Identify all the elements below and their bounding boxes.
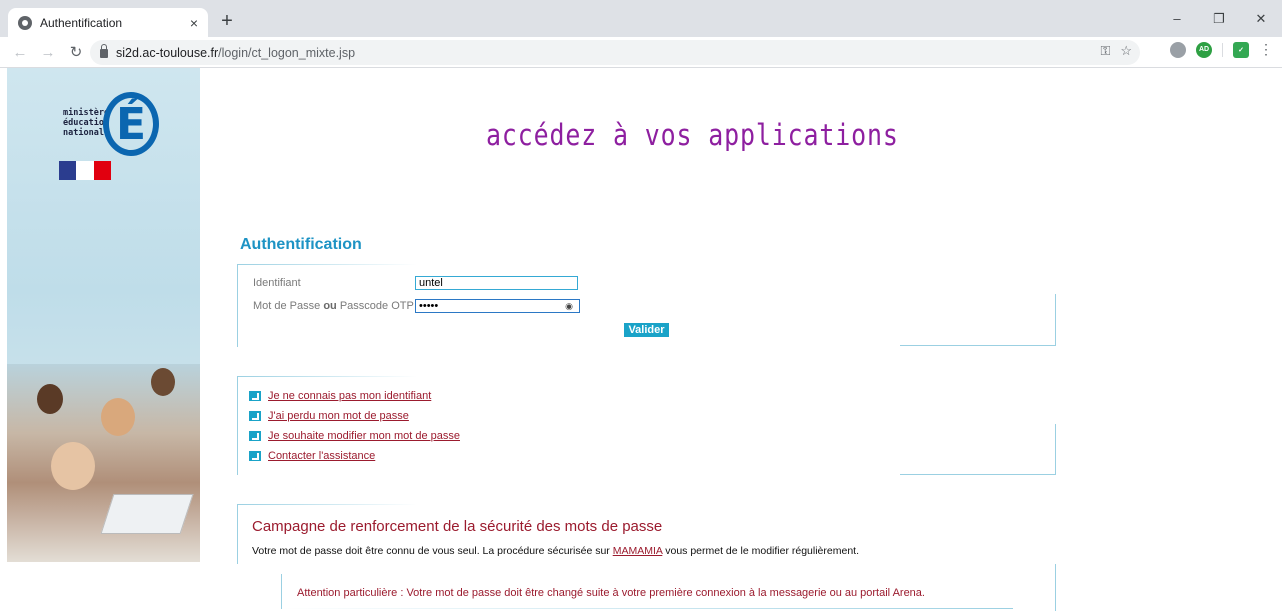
section-title: Authentification: [240, 236, 362, 253]
key-icon[interactable]: ⚿: [1100, 43, 1110, 59]
login-panel: [237, 264, 238, 347]
minimize-button[interactable]: –: [1156, 0, 1198, 37]
identifier-input[interactable]: untel: [415, 276, 578, 290]
arrow-icon: [249, 391, 261, 401]
browser-tab[interactable]: Authentification ×: [8, 8, 208, 37]
sidebar-banner: ministère éducation nationale É: [7, 68, 200, 562]
restore-button[interactable]: ❐: [1198, 0, 1240, 37]
address-bar[interactable]: si2d.ac-toulouse.fr/login/ct_logon_mixte…: [90, 40, 1140, 65]
page-headline: accédez à vos applications: [486, 118, 899, 152]
link-change-password[interactable]: Je souhaite modifier mon mot de passe: [249, 430, 460, 442]
forward-arrow-icon[interactable]: →: [34, 38, 62, 66]
campaign-panel: [237, 504, 238, 564]
url-path: /login/ct_logon_mixte.jsp: [218, 45, 356, 60]
divider: [1222, 42, 1223, 57]
notice-text: Attention particulière : Votre mot de pa…: [297, 587, 925, 599]
campaign-title: Campagne de renforcement de la sécurité …: [252, 518, 663, 535]
tab-title: Authentification: [40, 15, 123, 30]
back-arrow-icon[interactable]: ←: [6, 38, 34, 66]
republique-flag-logo: [59, 161, 111, 180]
lock-icon[interactable]: [100, 44, 108, 58]
url-host: si2d.ac-toulouse.fr: [116, 45, 219, 60]
menu-dots-icon[interactable]: ⋮: [1259, 41, 1273, 58]
submit-button[interactable]: Valider: [624, 323, 669, 337]
browser-tabstrip: Authentification × + – ❐ ✕: [0, 0, 1282, 37]
ministry-logo-e: É: [103, 92, 159, 156]
star-icon[interactable]: ☆: [1120, 43, 1132, 59]
link-forgot-identifier[interactable]: Je ne connais pas mon identifiant: [249, 390, 431, 402]
reload-icon[interactable]: ↻: [62, 38, 90, 66]
arrow-icon: [249, 411, 261, 421]
campaign-text: Votre mot de passe doit être connu de vo…: [252, 545, 859, 557]
eye-icon[interactable]: ◉: [565, 300, 573, 312]
close-window-button[interactable]: ✕: [1240, 0, 1282, 37]
page-content: ministère éducation nationale É accédez …: [0, 68, 1282, 611]
close-tab-icon[interactable]: ×: [190, 15, 198, 31]
mamamia-link[interactable]: MAMAMIA: [613, 545, 663, 557]
students-photo: [7, 364, 200, 562]
password-input[interactable]: ••••• ◉: [415, 299, 580, 313]
globe-icon: [18, 15, 32, 30]
arrow-icon: [249, 451, 261, 461]
identifier-label: Identifiant: [253, 277, 301, 289]
extension-drive-icon[interactable]: [1170, 41, 1186, 58]
password-label: Mot de Passe ou Passcode OTP: [253, 300, 414, 312]
new-tab-button[interactable]: +: [216, 10, 238, 32]
browser-toolbar: ← → ↻ si2d.ac-toulouse.fr/login/ct_logon…: [0, 37, 1282, 68]
extension-ad-icon[interactable]: AD: [1196, 41, 1212, 58]
extension-icons: AD ✓ ⋮: [1170, 41, 1273, 58]
extension-shield-icon[interactable]: ✓: [1233, 41, 1249, 58]
link-contact-support[interactable]: Contacter l'assistance: [249, 450, 375, 462]
links-panel: [237, 376, 238, 475]
window-controls: – ❐ ✕: [1156, 0, 1282, 37]
link-lost-password[interactable]: J'ai perdu mon mot de passe: [249, 410, 409, 422]
arrow-icon: [249, 431, 261, 441]
